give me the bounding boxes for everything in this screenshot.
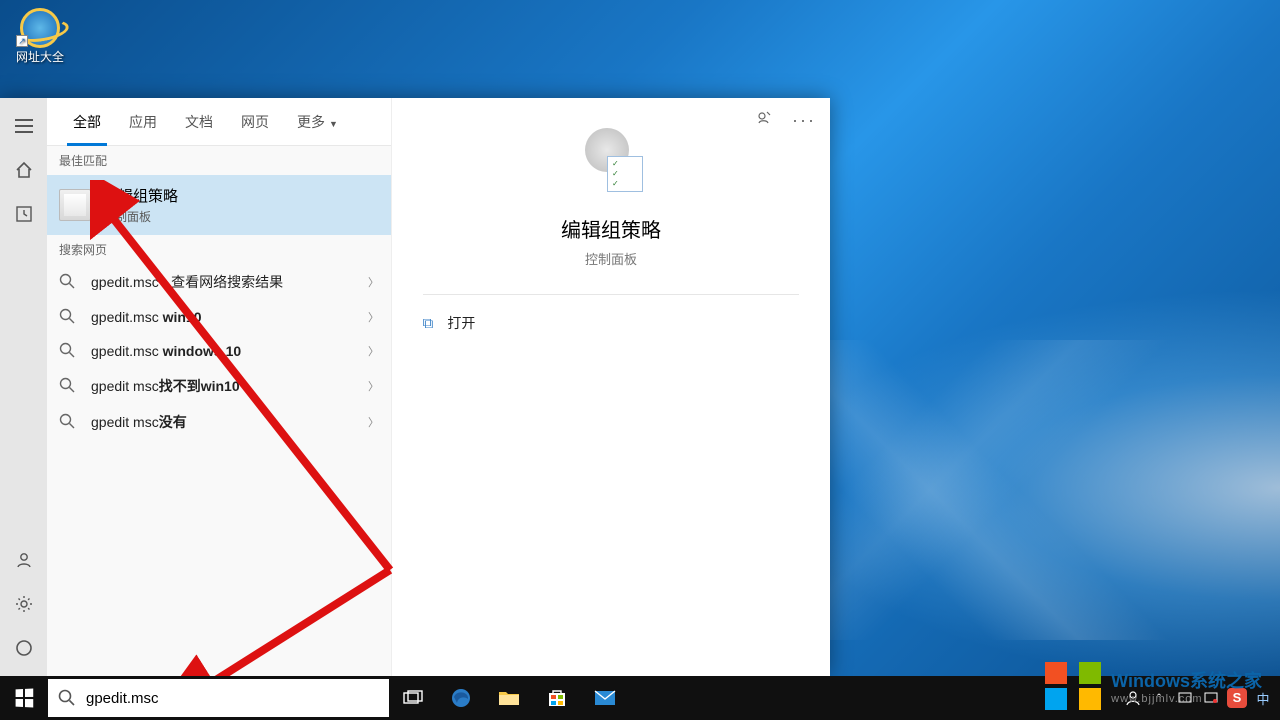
feedback-icon[interactable]: [756, 110, 774, 131]
tray-chevron-up-icon[interactable]: ˆ: [1146, 676, 1172, 720]
taskbar: ˆ S 中: [0, 676, 1280, 720]
search-icon: [59, 413, 77, 431]
preview-open-label: 打开: [447, 313, 475, 333]
search-preview-pane: ··· 编辑组策略 控制面板 ⧉ 打开: [391, 98, 830, 676]
hamburger-icon[interactable]: [8, 110, 40, 142]
search-icon: [59, 377, 77, 395]
best-match-subtitle: 控制面板: [103, 208, 178, 225]
home-icon[interactable]: [8, 154, 40, 186]
mail-icon[interactable]: [581, 676, 629, 720]
account-icon[interactable]: [8, 544, 40, 576]
web-result-item[interactable]: gpedit msc没有 〉: [47, 404, 391, 440]
search-icon: [58, 689, 76, 707]
tab-documents[interactable]: 文档: [171, 98, 227, 146]
timeline-icon[interactable]: [8, 198, 40, 230]
settings-gear-icon[interactable]: [8, 588, 40, 620]
search-tabs: 全部 应用 文档 网页 更多▼: [47, 98, 391, 146]
web-results-header: 搜索网页: [47, 235, 391, 264]
chevron-right-icon: 〉: [368, 309, 379, 325]
tray-app-icon[interactable]: [1172, 676, 1198, 720]
edge-icon[interactable]: [437, 676, 485, 720]
control-panel-icon: [59, 189, 91, 221]
start-search-panel: 全部 应用 文档 网页 更多▼ 最佳匹配 编辑组策略 控制面板 搜索网页 gpe…: [0, 98, 830, 676]
tab-apps[interactable]: 应用: [115, 98, 171, 146]
more-options-icon[interactable]: ···: [792, 110, 816, 131]
taskbar-search-box[interactable]: [48, 679, 389, 717]
system-tray: ˆ S 中: [1120, 676, 1280, 720]
tab-web[interactable]: 网页: [227, 98, 283, 146]
preview-app-icon: [579, 128, 643, 192]
chevron-right-icon: 〉: [368, 414, 379, 430]
preview-subtitle: 控制面板: [585, 249, 637, 268]
chevron-right-icon: 〉: [368, 378, 379, 394]
web-result-text: gpedit.msc - 查看网络搜索结果: [91, 272, 354, 292]
chevron-down-icon: ▼: [329, 119, 338, 129]
chevron-right-icon: 〉: [368, 274, 379, 290]
open-icon: ⧉: [423, 315, 434, 332]
desktop-shortcut-ie[interactable]: ↗ 网址大全: [10, 8, 70, 65]
web-result-text: gpedit.msc windows 10: [91, 343, 354, 359]
web-result-item[interactable]: gpedit.msc win10 〉: [47, 300, 391, 334]
web-result-text: gpedit msc找不到win10: [91, 376, 354, 396]
windows-logo-icon: [16, 689, 34, 708]
microsoft-store-icon[interactable]: [533, 676, 581, 720]
taskbar-pinned-apps: [389, 676, 629, 720]
web-result-text: gpedit.msc win10: [91, 309, 354, 325]
best-match-result[interactable]: 编辑组策略 控制面板: [47, 175, 391, 235]
divider: [423, 294, 800, 295]
search-icon: [59, 308, 77, 326]
best-match-title: 编辑组策略: [103, 185, 178, 206]
search-results-column: 全部 应用 文档 网页 更多▼ 最佳匹配 编辑组策略 控制面板 搜索网页 gpe…: [47, 98, 391, 676]
tab-more[interactable]: 更多▼: [283, 98, 352, 146]
search-icon: [59, 342, 77, 360]
cortana-icon[interactable]: [8, 632, 40, 664]
ime-status-icon[interactable]: 中: [1250, 676, 1276, 720]
shortcut-overlay-icon: ↗: [16, 35, 28, 47]
tab-all[interactable]: 全部: [59, 98, 115, 146]
best-match-header: 最佳匹配: [47, 146, 391, 175]
file-explorer-icon[interactable]: [485, 676, 533, 720]
desktop-shortcut-label: 网址大全: [10, 48, 70, 65]
web-result-item[interactable]: gpedit.msc - 查看网络搜索结果 〉: [47, 264, 391, 300]
preview-open-action[interactable]: ⧉ 打开: [423, 313, 800, 333]
search-left-rail: [0, 98, 47, 676]
web-result-text: gpedit msc没有: [91, 412, 354, 432]
task-view-icon[interactable]: [389, 676, 437, 720]
people-icon[interactable]: [1120, 676, 1146, 720]
search-icon: [59, 273, 77, 291]
web-result-item[interactable]: gpedit msc找不到win10 〉: [47, 368, 391, 404]
chevron-right-icon: 〉: [368, 343, 379, 359]
web-result-item[interactable]: gpedit.msc windows 10 〉: [47, 334, 391, 368]
start-button[interactable]: [0, 676, 48, 720]
preview-title: 编辑组策略: [561, 214, 661, 243]
tray-app-icon[interactable]: [1198, 676, 1224, 720]
search-input[interactable]: [86, 690, 379, 707]
sogou-ime-icon[interactable]: S: [1224, 676, 1250, 720]
